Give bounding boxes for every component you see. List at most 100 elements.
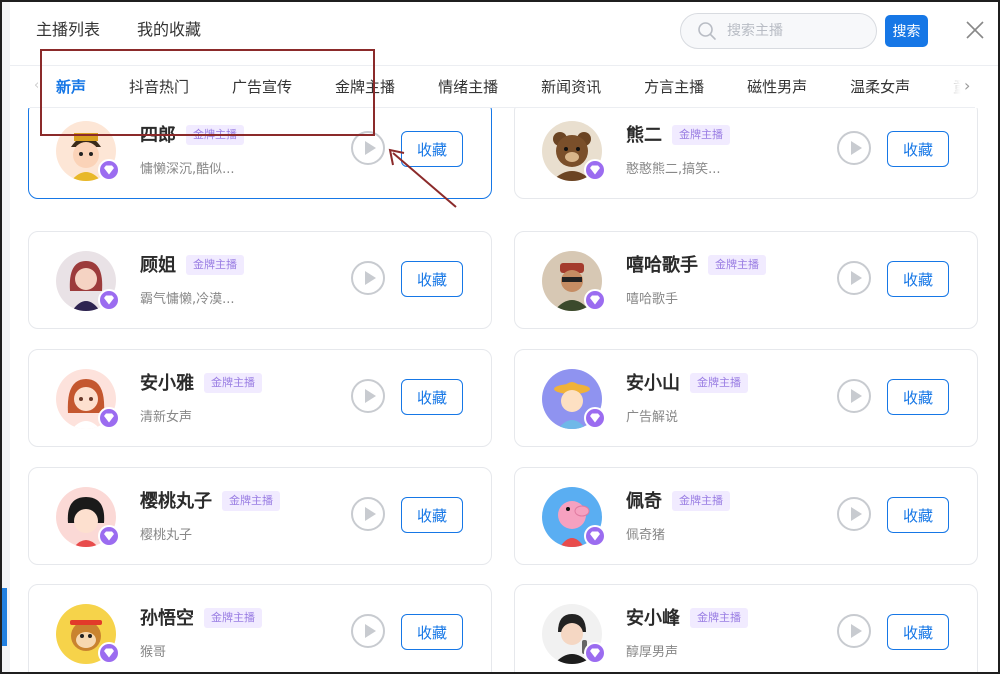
play-icon[interactable]	[837, 497, 871, 531]
favorite-button[interactable]: 收藏	[887, 131, 949, 167]
tab-anchor-list[interactable]: 主播列表	[36, 18, 100, 42]
play-icon[interactable]	[351, 379, 385, 413]
avatar	[56, 604, 120, 664]
favorite-button[interactable]: 收藏	[401, 614, 463, 650]
scroll-right-icon[interactable]: ›	[964, 76, 970, 95]
category-tab[interactable]: 方言主播	[644, 77, 704, 97]
play-icon[interactable]	[351, 614, 385, 648]
avatar	[542, 251, 606, 311]
category-tab[interactable]: 磁性男声	[747, 77, 807, 97]
avatar	[56, 487, 120, 547]
anchor-description: 樱桃丸子	[140, 528, 193, 543]
gold-anchor-tag: 金牌主播	[222, 491, 280, 511]
top-tab-bar: 主播列表 我的收藏	[36, 18, 201, 42]
diamond-badge-icon	[584, 289, 606, 311]
search-box[interactable]	[680, 13, 877, 49]
favorite-button[interactable]: 收藏	[401, 379, 463, 415]
anchor-name: 樱桃丸子	[140, 491, 212, 512]
favorite-button[interactable]: 收藏	[401, 497, 463, 533]
anchor-description: 猴哥	[140, 645, 167, 660]
category-tabs: 新声抖音热门广告宣传金牌主播情绪主播新闻资讯方言主播磁性男声温柔女声童声	[56, 77, 1000, 112]
anchor-card[interactable]: 顾姐 金牌主播霸气慵懒,冷漠... 收藏	[28, 231, 492, 329]
gold-anchor-tag: 金牌主播	[204, 373, 262, 393]
search-button[interactable]: 搜索	[885, 15, 928, 47]
gold-anchor-tag: 金牌主播	[690, 608, 748, 628]
anchor-name: 熊二	[626, 125, 662, 146]
anchor-name: 安小雅	[140, 373, 194, 394]
category-tab[interactable]: 温柔女声	[850, 77, 910, 97]
favorite-button[interactable]: 收藏	[887, 497, 949, 533]
category-tab[interactable]: 抖音热门	[129, 77, 189, 97]
gold-anchor-tag: 金牌主播	[204, 608, 262, 628]
category-tab[interactable]: 金牌主播	[335, 77, 395, 97]
play-icon[interactable]	[837, 131, 871, 165]
gold-anchor-tag: 金牌主播	[690, 373, 748, 393]
scroll-left-icon[interactable]: ‹	[34, 78, 39, 93]
favorite-button[interactable]: 收藏	[887, 614, 949, 650]
gold-anchor-tag: 金牌主播	[708, 255, 766, 275]
diamond-badge-icon	[584, 407, 606, 429]
anchor-name: 安小山	[626, 373, 680, 394]
avatar	[56, 369, 120, 429]
anchor-description: 嘻哈歌手	[626, 292, 679, 307]
anchor-card[interactable]: 安小雅 金牌主播清新女声 收藏	[28, 349, 492, 447]
anchor-description: 醇厚男声	[626, 645, 679, 660]
diamond-badge-icon	[584, 642, 606, 664]
anchor-description: 憨憨熊二,搞笑...	[626, 162, 721, 177]
anchor-card[interactable]: 熊二 金牌主播憨憨熊二,搞笑... 收藏	[514, 108, 978, 199]
anchor-description: 清新女声	[140, 410, 193, 425]
anchor-card[interactable]: 佩奇 金牌主播佩奇猪 收藏	[514, 467, 978, 565]
play-icon[interactable]	[351, 131, 385, 165]
anchor-description: 佩奇猪	[626, 528, 666, 543]
diamond-badge-icon	[98, 407, 120, 429]
tab-my-favorites[interactable]: 我的收藏	[137, 18, 201, 42]
favorite-button[interactable]: 收藏	[887, 379, 949, 415]
play-icon[interactable]	[837, 614, 871, 648]
avatar	[56, 251, 120, 311]
favorite-button[interactable]: 收藏	[401, 131, 463, 167]
anchor-name: 顾姐	[140, 255, 176, 276]
anchor-card[interactable]: 樱桃丸子 金牌主播 樱桃丸子 收藏	[28, 467, 492, 565]
category-tab[interactable]: 情绪主播	[438, 77, 498, 97]
anchor-name: 嘻哈歌手	[626, 255, 698, 276]
anchor-description: 慵懒深沉,酷似...	[140, 162, 235, 177]
close-icon[interactable]	[965, 20, 985, 40]
anchor-card[interactable]: 安小峰 金牌主播 醇厚男声 收藏	[514, 584, 978, 672]
anchor-description: 霸气慵懒,冷漠...	[140, 292, 235, 307]
favorite-button[interactable]: 收藏	[401, 261, 463, 297]
anchor-card[interactable]: 安小山 金牌主播广告解说 收藏	[514, 349, 978, 447]
anchor-card[interactable]: 四郎 金牌主播慵懒深沉,酷似... 收藏	[28, 108, 492, 199]
diamond-badge-icon	[98, 289, 120, 311]
avatar	[542, 369, 606, 429]
anchor-card[interactable]: 孙悟空 金牌主播猴哥 收藏	[28, 584, 492, 672]
category-tab[interactable]: 新闻资讯	[541, 77, 601, 97]
gold-anchor-tag: 金牌主播	[186, 125, 244, 145]
avatar	[56, 121, 120, 181]
anchor-name: 孙悟空	[140, 608, 194, 629]
play-icon[interactable]	[351, 261, 385, 295]
diamond-badge-icon	[584, 525, 606, 547]
diamond-badge-icon	[98, 525, 120, 547]
avatar	[542, 487, 606, 547]
diamond-badge-icon	[98, 159, 120, 181]
search-input[interactable]	[727, 23, 867, 39]
category-tab[interactable]: 广告宣传	[232, 77, 292, 97]
diamond-badge-icon	[98, 642, 120, 664]
category-tab[interactable]: 新声	[56, 77, 87, 112]
gold-anchor-tag: 金牌主播	[186, 255, 244, 275]
anchor-description: 广告解说	[626, 410, 679, 425]
anchor-grid: 四郎 金牌主播 慵懒深沉,酷似... 收藏 熊二 金牌主播 憨憨熊二,搞笑... 收藏 顾姐 金牌…	[0, 108, 998, 672]
avatar	[542, 604, 606, 664]
anchor-name: 佩奇	[626, 491, 662, 512]
side-handle[interactable]	[0, 588, 7, 646]
gold-anchor-tag: 金牌主播	[672, 125, 730, 145]
play-icon[interactable]	[837, 379, 871, 413]
play-icon[interactable]	[351, 497, 385, 531]
play-icon[interactable]	[837, 261, 871, 295]
anchor-name: 四郎	[140, 125, 176, 146]
favorite-button[interactable]: 收藏	[887, 261, 949, 297]
gold-anchor-tag: 金牌主播	[672, 491, 730, 511]
anchor-card[interactable]: 嘻哈歌手 金牌主播 嘻哈歌手 收藏	[514, 231, 978, 329]
search-icon	[698, 22, 716, 40]
category-bar: ‹ 新声抖音热门广告宣传金牌主播情绪主播新闻资讯方言主播磁性男声温柔女声童声 ›	[0, 66, 1000, 112]
